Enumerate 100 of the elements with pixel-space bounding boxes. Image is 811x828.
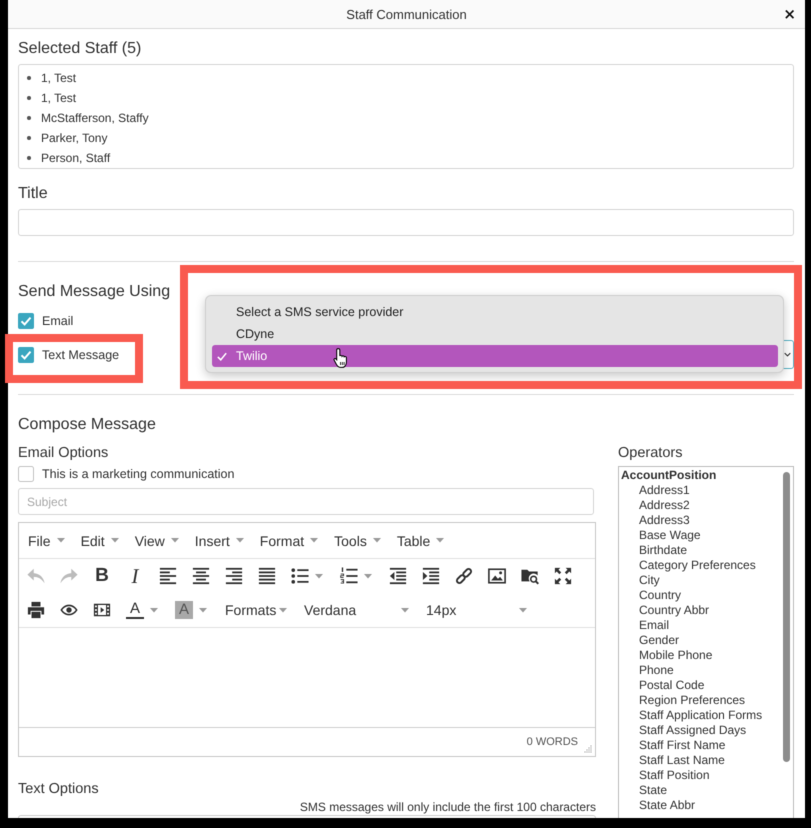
section-heading: Selected Staff (5) [18,39,142,59]
caret-icon [364,574,372,578]
operator-option[interactable]: Staff Position [619,768,793,783]
bullet-list-icon [291,567,309,585]
bullet-icon [27,156,31,160]
caret-icon [519,608,527,612]
outdent-icon [389,567,407,585]
checkmark-icon [217,352,227,360]
operator-option[interactable]: Country [619,588,793,603]
text-color-button[interactable]: A [119,595,167,625]
printer-icon [27,601,45,619]
caret-icon [279,608,287,612]
section-heading: Email Options [18,444,110,462]
italic-button[interactable]: I [119,561,151,591]
align-center-icon [192,567,210,585]
numbered-list-icon [340,567,358,585]
caret-icon [110,538,119,543]
section-heading: Compose Message [18,415,157,435]
operator-option[interactable]: Country Abbr [619,603,793,618]
bullet-icon [27,76,31,80]
undo-icon [27,567,45,585]
menu-item[interactable]: Tools [326,523,389,558]
operator-option[interactable]: Category Preferences [619,558,793,573]
menu-item[interactable]: File [20,523,73,558]
folder-search-icon [521,567,539,585]
link-icon [455,567,473,585]
section-heading: Send Message Using [18,282,172,302]
operator-option[interactable]: Birthdate [619,543,793,558]
operator-option[interactable]: Staff Assigned Days [619,723,793,738]
menu-item[interactable]: Edit [72,523,127,558]
chevron-down-icon [784,352,791,357]
formats-dropdown[interactable]: Formats [217,595,295,625]
word-count: 0 WORDS [526,736,578,748]
caret-icon [401,608,409,612]
operator-option[interactable]: Base Wage [619,528,793,543]
menu-item[interactable]: View [126,523,187,558]
menu-item[interactable]: Table [388,523,452,558]
field-label: Operators [618,444,684,462]
operator-option[interactable]: Address2 [619,498,793,513]
operator-option[interactable]: Address3 [619,513,793,528]
dropdown-option[interactable]: CDyne [212,323,778,345]
checkbox-label: Text Message [42,348,120,362]
caret-icon [236,538,244,543]
operator-option[interactable]: Staff Last Name [619,753,793,768]
dropdown-option[interactable]: Twilio [212,345,778,367]
redo-icon [60,567,78,585]
bullet-icon [27,96,31,100]
dropdown-option[interactable]: Select a SMS service provider [212,301,778,323]
operator-option[interactable]: Gender [619,633,793,648]
staff-name: McStafferson, Staffy [41,111,149,125]
caret-icon [436,538,444,543]
operator-option[interactable]: Staff First Name [619,738,793,753]
staff-name: 1, Test [41,91,76,105]
checkbox-label: Email [42,314,74,328]
operator-option[interactable]: Staff Application Forms [619,708,793,723]
staff-name: Parker, Tony [41,131,108,145]
operator-group-label: AccountPosition [620,468,718,483]
bold-button[interactable]: B [86,561,118,591]
sms-limit-note: SMS messages will only include the first 100 characters [298,800,596,814]
dialog-title: Staff Communication [346,6,467,22]
bullet-icon [27,116,31,120]
align-left-icon [159,567,177,585]
bullet-icon [27,136,31,140]
operator-option[interactable]: Postal Code [619,678,793,693]
staff-name: Person, Staff [41,151,110,165]
close-button[interactable]: × [781,6,798,22]
checkbox[interactable] [18,347,34,363]
caret-icon [372,538,381,543]
scrollbar-thumb[interactable] [783,472,790,762]
section-heading: Text Options [18,780,100,798]
caret-icon [310,538,318,543]
checkbox[interactable] [18,313,34,329]
operator-option[interactable]: Region Preferences [619,693,793,708]
operator-option[interactable]: Phone [619,663,793,678]
justify-icon [258,567,276,585]
indent-icon [422,567,440,585]
operator-option[interactable]: Address1 [619,483,793,498]
fullscreen-icon [554,567,572,585]
font-size-dropdown[interactable]: 14px [418,595,535,625]
subject-field[interactable]: Subject [18,488,594,515]
operator-option[interactable]: State [619,783,793,798]
operator-option[interactable]: Email [619,618,793,633]
caret-icon [199,608,207,612]
operator-option[interactable]: State Abbr [619,798,793,813]
field-label: Title [18,184,49,204]
menu-item[interactable]: Insert [186,523,252,558]
operator-option[interactable]: Mobile Phone [619,648,793,663]
caret-icon [150,608,158,612]
caret-icon [315,574,323,578]
font-family-dropdown[interactable]: Verdana [296,595,417,625]
menu-item[interactable]: Format [252,523,326,558]
operator-option[interactable]: City [619,573,793,588]
checkbox[interactable] [18,466,34,482]
hand-cursor-icon [333,348,348,368]
caret-icon [170,538,179,543]
title-field[interactable] [18,209,794,236]
caret-icon [56,538,65,543]
checkbox-label: This is a marketing communication [42,467,234,481]
image-icon [488,567,506,585]
film-icon [93,601,111,619]
